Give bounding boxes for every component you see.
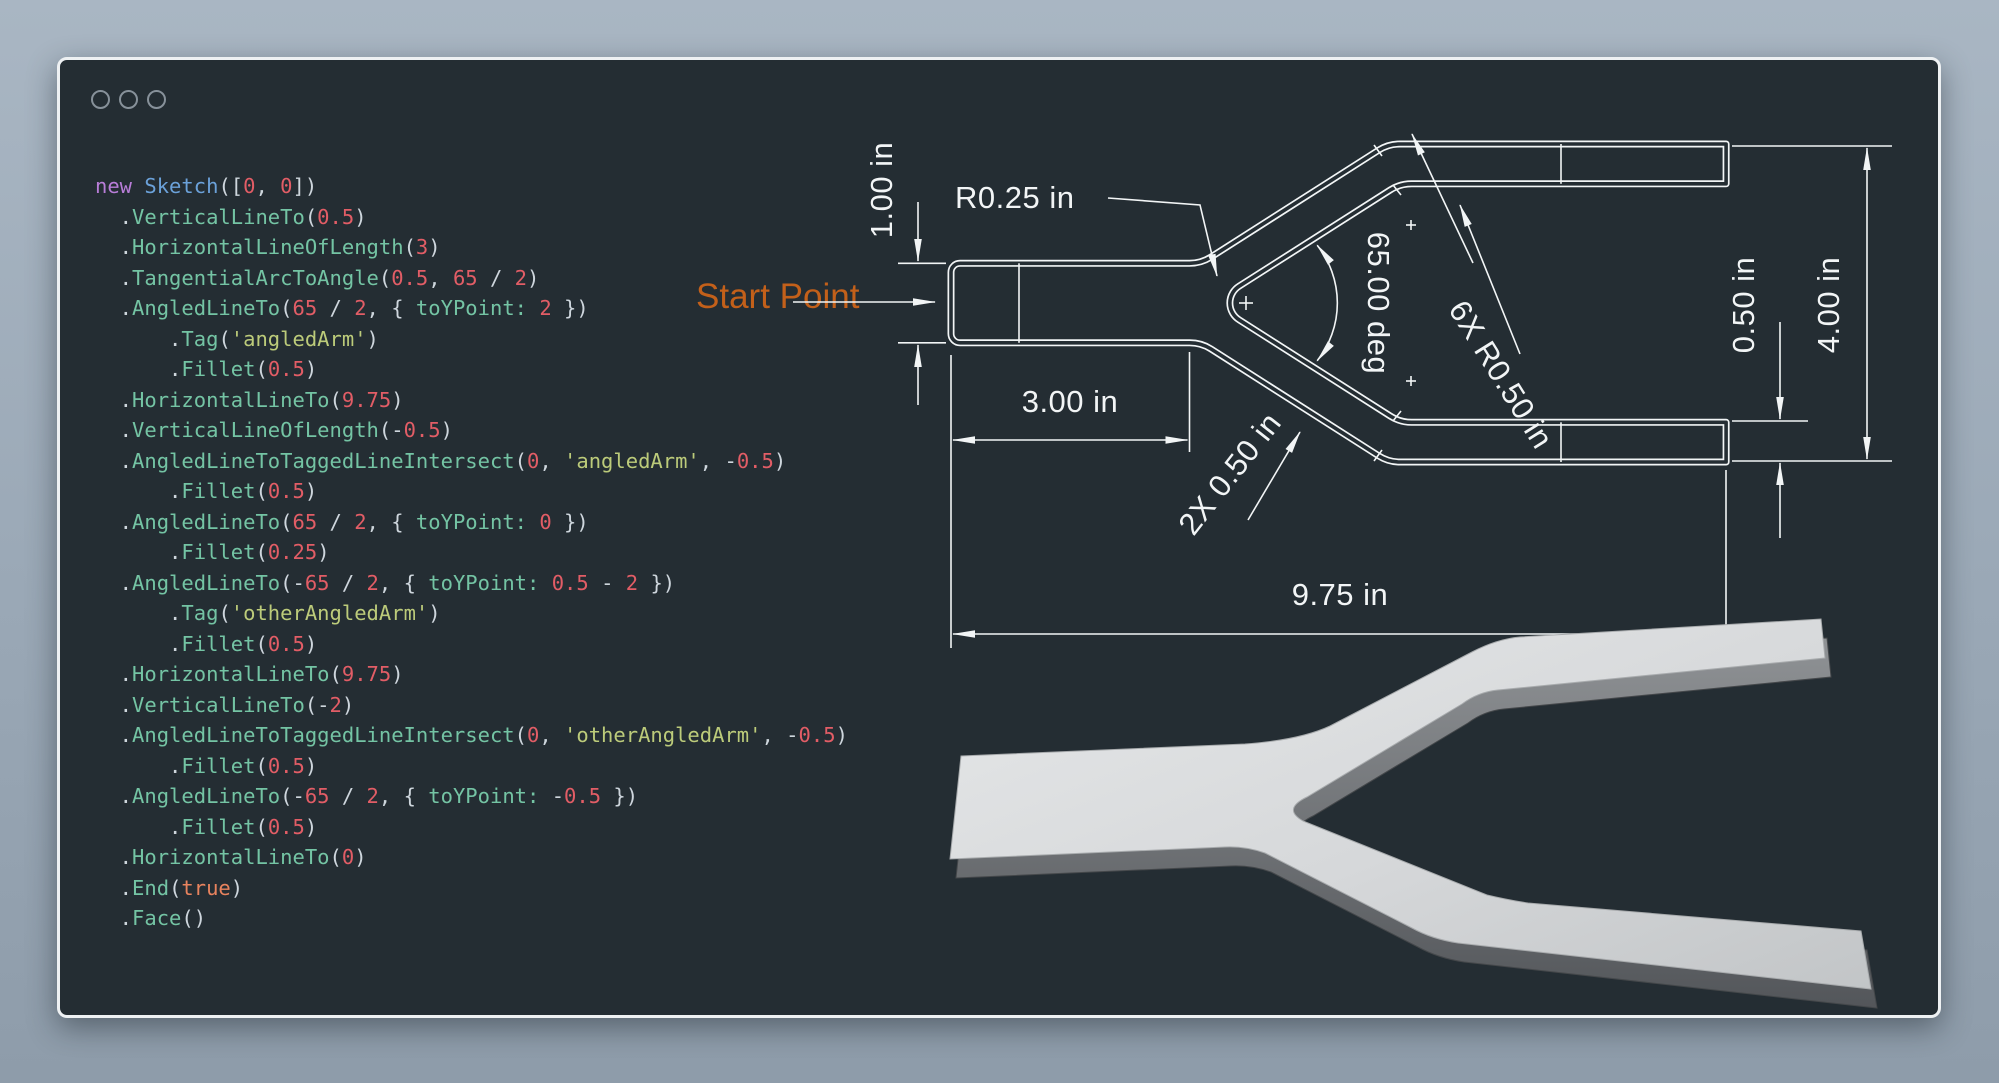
dim-stem-length: 3.00 in bbox=[951, 352, 1190, 648]
dim-label-total-height: 4.00 in bbox=[1811, 257, 1846, 354]
dim-label-stem-length: 3.00 in bbox=[1022, 384, 1119, 419]
app-window: new Sketch([0, 0]) .VerticalLineTo(0.5) … bbox=[57, 57, 1941, 1018]
cad-canvas: 1.00 in R0.25 in Start Point 3.00 in bbox=[60, 60, 1941, 1018]
dim-stem-height: 1.00 in bbox=[864, 142, 946, 405]
dim-label-fork-angle: 65.00 deg bbox=[1361, 232, 1396, 374]
start-point-label: Start Point bbox=[696, 277, 860, 316]
dim-total-length: 9.75 in bbox=[953, 470, 1726, 648]
start-point-annotation: Start Point bbox=[696, 277, 935, 316]
dim-label-fillet-radius: 6X R0.50 in bbox=[1442, 294, 1560, 455]
dim-label-stem-height: 1.00 in bbox=[864, 142, 899, 239]
dim-fork-angle: 65.00 deg bbox=[1317, 232, 1396, 374]
dim-arm-width: 0.50 in bbox=[1726, 257, 1808, 538]
dim-label-arm-width: 0.50 in bbox=[1726, 257, 1761, 354]
technical-drawing: 1.00 in R0.25 in Start Point 3.00 in bbox=[696, 134, 1892, 648]
dim-arm-thickness: 2X 0.50 in bbox=[1171, 406, 1300, 542]
dim-label-total-length: 9.75 in bbox=[1292, 577, 1389, 612]
render-3d-part bbox=[950, 619, 1877, 1008]
dim-label-vertex-radius: R0.25 in bbox=[955, 180, 1074, 215]
desktop: { "window": { "kind": "code-and-cad-view… bbox=[0, 0, 1999, 1083]
